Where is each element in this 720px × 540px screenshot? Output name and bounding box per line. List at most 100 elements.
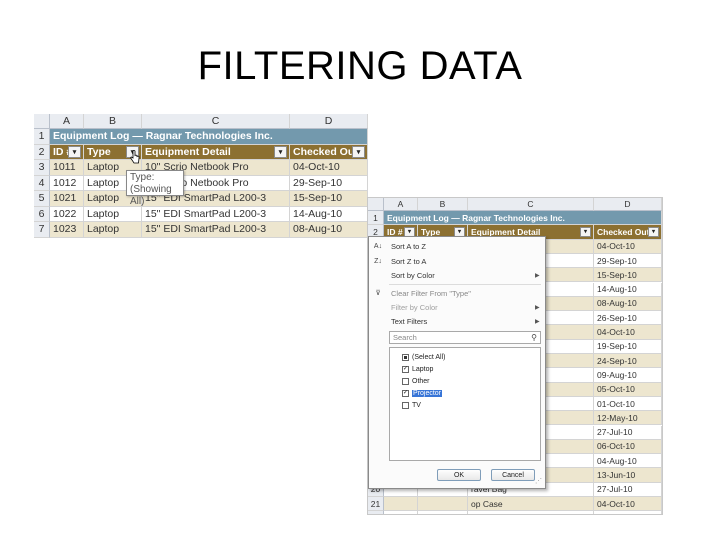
table-cell[interactable]: 27-Jul-10 (594, 482, 662, 497)
table-cell[interactable]: 14-Aug-10 (594, 282, 662, 297)
filter-dropdown-icon[interactable]: ▾ (352, 145, 365, 158)
table-cell[interactable]: 24-Sep-10 (594, 354, 662, 369)
table-cell[interactable]: 14-Aug-10 (290, 206, 368, 222)
row-number[interactable]: 3 (34, 160, 50, 176)
row-number[interactable]: 5 (34, 191, 50, 207)
table-cell[interactable]: 08-Aug-10 (290, 222, 368, 238)
column-title[interactable]: ID # ▾ (50, 144, 84, 160)
column-header[interactable]: C (142, 114, 290, 129)
menu-sort-by-color[interactable]: Sort by Color ▶ (369, 268, 545, 282)
menu-text-filters[interactable]: Text Filters ▶ (369, 314, 545, 328)
row-number[interactable]: 1 (368, 211, 384, 226)
table-cell[interactable]: 1022 (50, 206, 84, 222)
ok-button[interactable]: OK (437, 469, 481, 481)
column-title[interactable]: Checked Out ▾ (290, 144, 368, 160)
menu-filter-by-color[interactable]: Filter by Color ▶ (369, 300, 545, 314)
table-cell[interactable]: 08-Aug-10 (594, 296, 662, 312)
table-cell[interactable]: op Case (468, 497, 594, 512)
cell-text: 15-Sep-10 (293, 192, 343, 205)
filter-item-select-all[interactable]: (Select All) (402, 351, 445, 363)
table-cell[interactable]: 15-Sep-10 (594, 268, 662, 283)
row-number[interactable]: 2 (34, 144, 50, 160)
select-all-corner[interactable] (34, 114, 50, 129)
filter-dropdown-icon[interactable]: ▾ (68, 145, 81, 158)
filter-item-laptop[interactable]: ✓ Laptop (402, 363, 433, 375)
table-cell[interactable]: 7N Heavy Rolling Laptop Case (468, 511, 594, 514)
cell-text: op Case (471, 498, 503, 509)
column-header[interactable]: A (384, 198, 418, 211)
column-header[interactable]: A (50, 114, 84, 129)
table-cell[interactable]: 04-Oct-10 (594, 325, 662, 340)
filter-item-projector[interactable]: ✓ Projector (402, 387, 443, 399)
table-cell[interactable]: Other (418, 511, 468, 514)
filter-values-list[interactable]: (Select All) ✓ Laptop Other ✓ Projector … (389, 347, 541, 461)
column-header[interactable]: C (468, 198, 594, 211)
table-cell[interactable]: 1021 (50, 191, 84, 207)
filter-search-input[interactable]: Search ⚲ (389, 331, 541, 344)
table-cell[interactable]: 04-Aug-10 (594, 454, 662, 469)
table-cell[interactable]: 01-Oct-10 (594, 396, 662, 412)
menu-sort-a-to-z[interactable]: A↓ Sort A to Z (369, 239, 545, 253)
cancel-button[interactable]: Cancel (491, 469, 535, 481)
row-number[interactable]: 4 (34, 175, 50, 191)
table-cell[interactable]: 04-Oct-10 (290, 160, 368, 176)
column-title[interactable]: Equipment Detail ▾ (142, 144, 290, 160)
column-header[interactable]: B (84, 114, 142, 129)
table-cell[interactable] (418, 497, 468, 512)
table-row: 224903 Other 7N Heavy Rolling Laptop Case 0… (368, 511, 662, 514)
table-cell[interactable]: 19-Sep-10 (594, 339, 662, 354)
column-header[interactable]: D (290, 114, 368, 129)
table-cell[interactable]: 04-Oct-10 (594, 511, 662, 514)
checkbox-tv[interactable] (402, 401, 409, 409)
table-cell[interactable]: 1011 (50, 160, 84, 176)
table-cell[interactable]: 29-Sep-10 (290, 175, 368, 191)
table-cell[interactable]: 1023 (50, 222, 84, 238)
filter-dropdown-icon[interactable]: ▾ (648, 226, 659, 237)
table-cell[interactable]: 09-Aug-10 (594, 368, 662, 383)
filter-dropdown-icon[interactable]: ▾ (274, 145, 287, 158)
cell-text: Laptop (87, 207, 120, 220)
cell-text: Other (421, 513, 442, 514)
cell-text: 15" EDI SmartPad L200-3 (145, 223, 267, 236)
row-number[interactable]: 1 (34, 129, 50, 145)
table-cell[interactable]: 15" EDI SmartPad L200-3 (142, 206, 290, 222)
table-cell[interactable]: 15" EDI SmartPad L200-3 (142, 222, 290, 238)
table-cell[interactable]: 1012 (50, 175, 84, 191)
table-cell[interactable]: 12-May-10 (594, 411, 662, 426)
table-cell[interactable]: 27-Jul-10 (594, 425, 662, 440)
row-number[interactable]: 6 (34, 206, 50, 222)
row-number[interactable]: 22 (368, 511, 384, 514)
table-cell[interactable]: 05-Oct-10 (594, 382, 662, 397)
row-number[interactable]: 21 (368, 497, 384, 512)
table-cell[interactable]: 15-Sep-10 (290, 191, 368, 207)
table-cell[interactable]: 06-Oct-10 (594, 439, 662, 455)
submenu-arrow-icon: ▶ (535, 304, 540, 311)
resize-grip-icon[interactable]: ⋰ (535, 478, 543, 486)
table-cell[interactable]: 04-Oct-10 (594, 497, 662, 512)
checkbox-laptop[interactable]: ✓ (402, 365, 409, 373)
table-cell[interactable]: 04-Oct-10 (594, 239, 662, 254)
filter-item-other[interactable]: Other (402, 375, 430, 387)
column-header[interactable]: B (418, 198, 468, 211)
select-all-corner[interactable] (368, 198, 384, 211)
row-number[interactable]: 7 (34, 222, 50, 238)
table-cell[interactable]: Laptop (84, 222, 142, 238)
filter-item-tv[interactable]: TV (402, 399, 421, 411)
table-cell[interactable]: 29-Sep-10 (594, 253, 662, 269)
table-cell[interactable]: Laptop (84, 206, 142, 222)
menu-clear-filter[interactable]: ⊽ Clear Filter From "Type" (369, 286, 545, 300)
table-row: 1 Equipment Log — Ragnar Technologies Inc… (368, 211, 662, 226)
checkbox-other[interactable] (402, 377, 409, 385)
table-cell[interactable]: 26-Sep-10 (594, 311, 662, 326)
filter-dropdown-icon[interactable]: ▾ (580, 226, 591, 237)
table-cell[interactable] (384, 497, 418, 512)
column-title[interactable]: Checked Out ▾ (594, 225, 662, 240)
checkbox-projector[interactable]: ✓ (402, 389, 409, 397)
column-header[interactable]: D (594, 198, 662, 211)
checkbox-select-all[interactable] (402, 353, 409, 361)
sheet-title-cell[interactable]: Equipment Log — Ragnar Technologies Inc. (384, 211, 662, 226)
table-cell[interactable]: 13-Jun-10 (594, 468, 662, 483)
menu-sort-z-to-a[interactable]: Z↓ Sort Z to A (369, 254, 545, 268)
table-cell[interactable]: 4903 (384, 511, 418, 514)
sheet-title-cell[interactable]: Equipment Log — Ragnar Technologies Inc. (50, 129, 368, 145)
